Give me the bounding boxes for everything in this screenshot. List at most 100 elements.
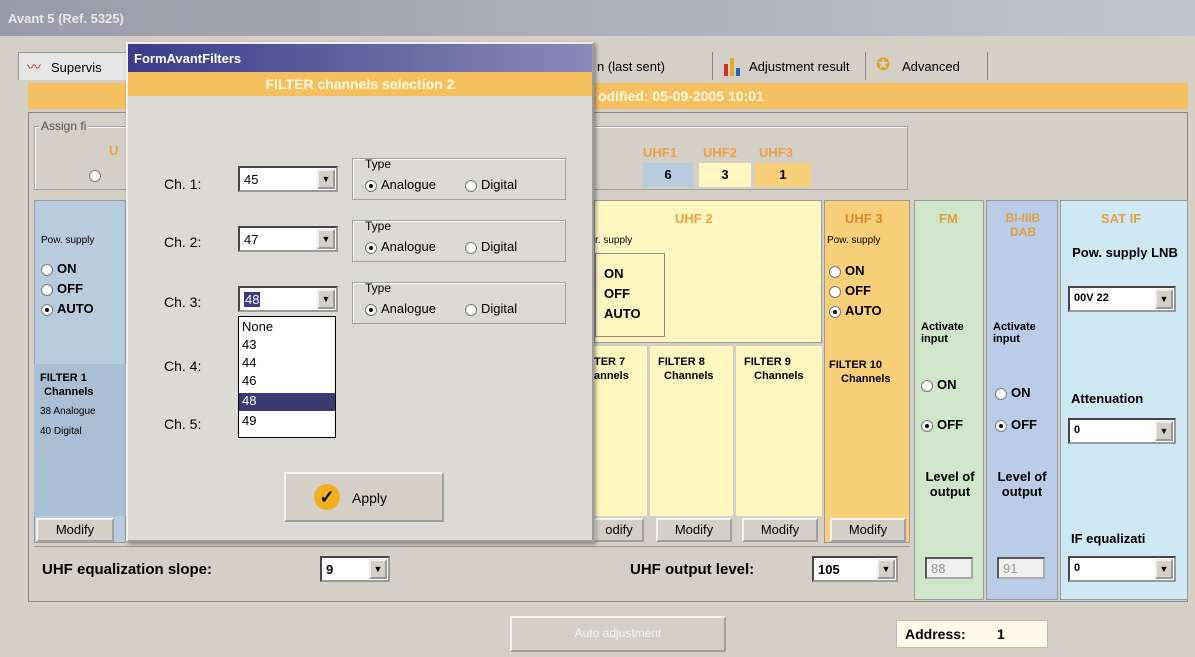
- dab-column: BI-IIIB DAB Activate input ON OFF Level …: [986, 200, 1058, 600]
- address-value: 1: [997, 626, 1005, 642]
- ch3-select[interactable]: 48 ▼: [238, 286, 338, 312]
- dab-level-field[interactable]: 91: [997, 557, 1045, 579]
- tab-adjustment-result[interactable]: Adjustment result: [716, 52, 866, 80]
- dropdown-option[interactable]: 49: [239, 413, 335, 431]
- fm-off[interactable]: OFF: [921, 417, 963, 432]
- ch3-dropdown-list[interactable]: None 43 44 46 48 49: [238, 316, 336, 438]
- tab-label: Advanced: [902, 59, 960, 74]
- uhf2-title: UHF 2: [675, 211, 713, 226]
- sat-column: SAT IF Pow. supply LNB Attenuation IF eq…: [1060, 200, 1188, 600]
- filter1-sub: Channels: [44, 386, 94, 398]
- dialog-title-bar[interactable]: FormAvantFilters: [128, 44, 592, 72]
- filter8-panel: FILTER 8 Channels: [650, 346, 734, 516]
- uhf2-off[interactable]: OFF: [604, 286, 630, 301]
- fm-column: FM Activate input ON OFF Level of output…: [914, 200, 984, 600]
- uhf-slope-select[interactable]: 9 ▼: [320, 556, 390, 582]
- filters-dialog: FormAvantFilters FILTER channels selecti…: [126, 42, 594, 542]
- dropdown-option[interactable]: 43: [239, 337, 335, 355]
- chevron-down-icon[interactable]: ▼: [1155, 421, 1173, 441]
- dab-off[interactable]: OFF: [995, 417, 1037, 432]
- uhf-label-2: UHF2: [703, 145, 737, 160]
- filter9-modify-button[interactable]: Modify: [742, 518, 818, 542]
- ch2-digital-radio[interactable]: Digital: [465, 239, 517, 254]
- chevron-down-icon[interactable]: ▼: [369, 559, 387, 579]
- dab-activate-label: Activate input: [993, 321, 1036, 345]
- filter7-modify-button[interactable]: odify: [594, 518, 644, 542]
- uhf-output-select[interactable]: 105 ▼: [812, 556, 898, 582]
- lnb-select[interactable]: 00V 22 ▼: [1068, 286, 1176, 312]
- dropdown-option[interactable]: 44: [239, 355, 335, 373]
- tab-label: Supervis: [51, 60, 102, 75]
- filter1-modify-button[interactable]: Modify: [36, 518, 114, 542]
- chevron-down-icon[interactable]: ▼: [1155, 559, 1173, 579]
- ch1-select[interactable]: 45 ▼: [238, 166, 338, 192]
- pow-off[interactable]: OFF: [41, 281, 83, 296]
- tab-advanced[interactable]: ✪ Advanced: [870, 52, 988, 80]
- assign-radio-left[interactable]: [89, 169, 101, 182]
- chevron-down-icon[interactable]: ▼: [317, 289, 335, 309]
- dropdown-option[interactable]: 46: [239, 373, 335, 391]
- filter10-modify-button[interactable]: Modify: [830, 518, 906, 542]
- dialog-title: FormAvantFilters: [134, 51, 242, 66]
- checkmark-icon: ✓: [314, 484, 340, 510]
- chevron-down-icon[interactable]: ▼: [877, 559, 895, 579]
- pow-auto[interactable]: AUTO: [41, 301, 94, 316]
- filter1-line2: 40 Digital: [40, 426, 82, 437]
- chevron-down-icon[interactable]: ▼: [317, 229, 335, 249]
- apply-button[interactable]: ✓ Apply: [284, 472, 444, 522]
- ch3-analogue-radio[interactable]: Analogue: [365, 301, 436, 316]
- fm-level-field[interactable]: 88: [925, 557, 973, 579]
- uhf2-column: UHF 2 r. supply ON OFF AUTO: [594, 200, 822, 343]
- lnb-label: Pow. supply LNB: [1072, 245, 1178, 260]
- tab-supervision[interactable]: 〰 Supervis: [18, 52, 128, 80]
- uhf3-column: UHF 3 Pow. supply ON OFF AUTO FILTER 10 …: [824, 200, 910, 543]
- uhf-label-3: UHF3: [759, 145, 793, 160]
- window-title-bar[interactable]: Avant 5 (Ref. 5325): [0, 0, 1195, 36]
- dropdown-option[interactable]: None: [239, 319, 335, 337]
- filter8-modify-button[interactable]: Modify: [656, 518, 732, 542]
- ch3-digital-radio[interactable]: Digital: [465, 301, 517, 316]
- if-eq-select[interactable]: 0 ▼: [1068, 556, 1176, 582]
- pow-on[interactable]: ON: [41, 261, 77, 276]
- uhf3-pow-off[interactable]: OFF: [829, 283, 871, 298]
- dropdown-option-selected[interactable]: 48: [239, 393, 335, 411]
- filter1-title: FILTER 1: [40, 372, 87, 384]
- filter9-sub: Channels: [754, 370, 804, 382]
- uhf-slope-label: UHF equalization slope:: [42, 561, 213, 578]
- uhf2-on[interactable]: ON: [604, 266, 624, 281]
- uhf-label-1: UHF1: [643, 145, 677, 160]
- ch1-digital-radio[interactable]: Digital: [465, 177, 517, 192]
- pow-supply-label-uhf3: Pow. supply: [827, 235, 881, 246]
- sat-title: SAT IF: [1101, 211, 1142, 226]
- uhf-value-3: 1: [755, 163, 811, 187]
- dab-on[interactable]: ON: [995, 385, 1031, 400]
- ch1-type-group: Type Analogue Digital: [352, 157, 566, 200]
- ch1-analogue-radio[interactable]: Analogue: [365, 177, 436, 192]
- uhf-slope-bar: UHF equalization slope: UHF output level…: [34, 546, 910, 598]
- uhf3-pow-auto[interactable]: AUTO: [829, 303, 882, 318]
- uhf3-pow-on[interactable]: ON: [829, 263, 865, 278]
- filter1-line1: 38 Analogue: [40, 406, 96, 417]
- uhf2-auto[interactable]: AUTO: [604, 306, 641, 321]
- window-title: Avant 5 (Ref. 5325): [8, 11, 124, 26]
- address-label: Address:: [905, 626, 966, 642]
- attenuation-select[interactable]: 0 ▼: [1068, 418, 1176, 444]
- tab-last-sent[interactable]: n (last sent): [593, 52, 713, 80]
- ch4-label: Ch. 4:: [164, 358, 202, 374]
- filter7-title: TER 7: [594, 356, 626, 368]
- auto-adjustment-button[interactable]: Auto adjustment: [510, 616, 726, 652]
- fm-level-label: Level of output: [925, 469, 975, 499]
- chevron-down-icon[interactable]: ▼: [1155, 289, 1173, 309]
- filter1-panel: FILTER 1 Channels 38 Analogue 40 Digital: [34, 364, 126, 516]
- filter10-title: FILTER 10: [829, 359, 882, 371]
- ch2-analogue-radio[interactable]: Analogue: [365, 239, 436, 254]
- dialog-header: FILTER channels selection 2: [128, 72, 592, 96]
- fm-on[interactable]: ON: [921, 377, 957, 392]
- filter9-title: FILTER 9: [744, 356, 791, 368]
- tab-label: n (last sent): [597, 59, 665, 74]
- filter7-sub: annels: [594, 370, 629, 382]
- ch2-select[interactable]: 47 ▼: [238, 226, 338, 252]
- ch3-label: Ch. 3:: [164, 294, 202, 310]
- dab-level-label: Level of output: [997, 469, 1047, 499]
- chevron-down-icon[interactable]: ▼: [317, 169, 335, 189]
